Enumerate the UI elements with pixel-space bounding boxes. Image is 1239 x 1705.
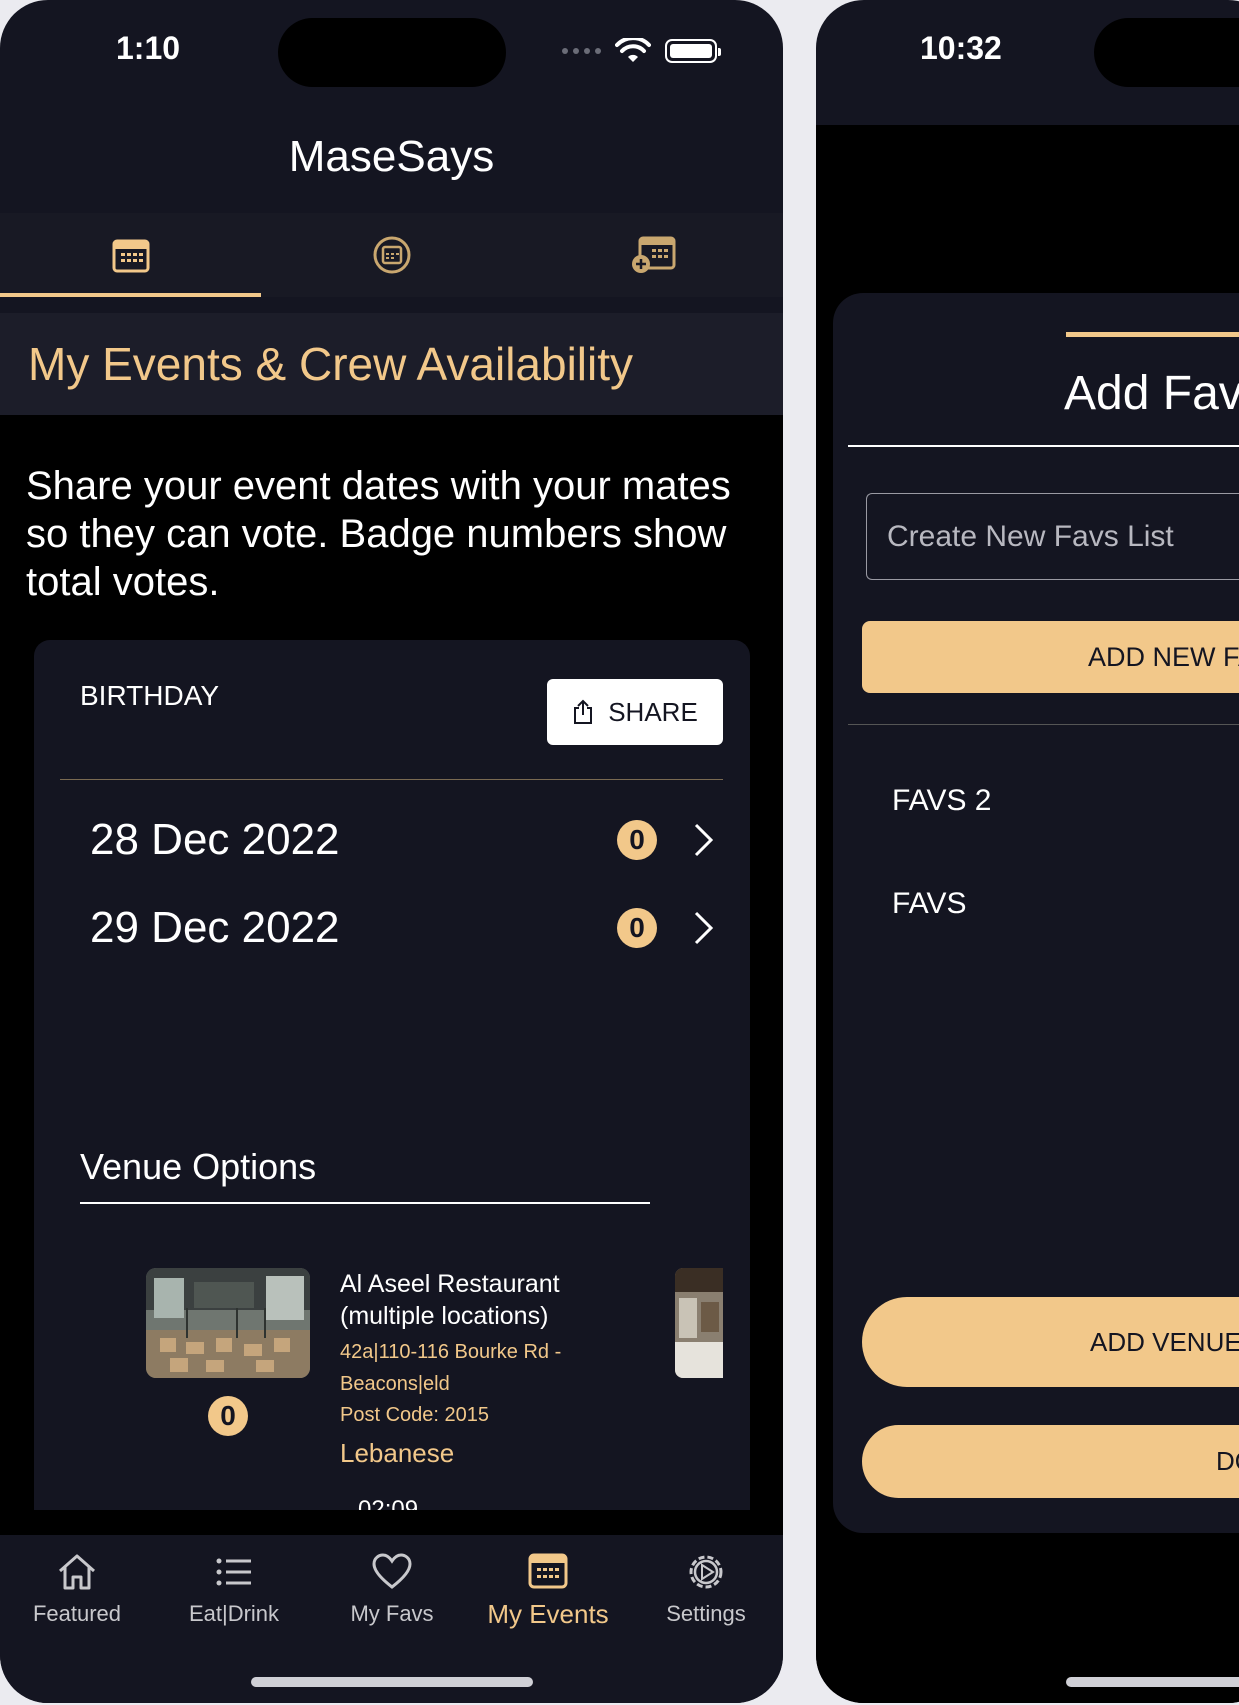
modal-title: Add Favo: [1064, 367, 1239, 420]
nav-label: Featured: [32, 1601, 122, 1626]
add-new-favs-button[interactable]: ADD NEW FA: [862, 621, 1239, 693]
new-favs-list-input[interactable]: [866, 493, 1239, 580]
wifi-icon: [615, 38, 651, 62]
bottom-tab-bar: Featured Eat|Drink My Favs My Events Set…: [0, 1535, 783, 1703]
date-row[interactable]: 29 Dec 2022 0: [90, 898, 723, 958]
vote-badge: 0: [617, 820, 657, 860]
chevron-right-icon: [694, 911, 714, 945]
tab-my-events[interactable]: [0, 213, 261, 297]
modal-divider: [848, 445, 1239, 447]
modal-handle[interactable]: [1066, 332, 1239, 337]
dynamic-island: [1094, 18, 1239, 87]
list-icon: [216, 1558, 251, 1586]
nav-label: Eat|Drink: [188, 1601, 280, 1626]
calendar-icon: [528, 1553, 568, 1589]
venue-name[interactable]: Al Aseel Restaurant (multiple locations): [340, 1268, 600, 1332]
home-icon: [59, 1554, 95, 1590]
card-divider: [60, 779, 723, 780]
modal-divider: [848, 724, 1239, 725]
vote-badge: 0: [617, 908, 657, 948]
venue-postcode: Post Code: 2015: [340, 1404, 489, 1426]
tab-calendar-add[interactable]: [522, 213, 783, 297]
done-button[interactable]: DONE: [862, 1425, 1239, 1498]
gear-icon: [689, 1555, 723, 1589]
top-tab-bar: [0, 213, 783, 297]
venue-photo[interactable]: [146, 1268, 310, 1378]
venue-time: 02:09: [358, 1496, 419, 1510]
venue-photo-next[interactable]: [675, 1268, 723, 1378]
home-indicator[interactable]: [251, 1677, 533, 1687]
share-button[interactable]: SHARE: [547, 679, 723, 745]
venue-options-title: Venue Options: [80, 1146, 317, 1187]
venue-cuisine: Lebanese: [340, 1438, 455, 1468]
nav-my-favs[interactable]: My Favs: [322, 1551, 462, 1627]
nav-label: Settings: [666, 1601, 746, 1626]
favs-list-item[interactable]: FAVS: [892, 887, 966, 921]
venue-address: 42a|110-116 Bourke Rd - Beacons|eld: [340, 1341, 562, 1395]
home-indicator[interactable]: [1066, 1677, 1239, 1687]
event-card: BIRTHDAY SHARE 28 Dec 2022 0 29 Dec 2022…: [34, 640, 750, 1510]
nav-settings[interactable]: Settings: [636, 1551, 776, 1627]
event-name: BIRTHDAY: [80, 680, 219, 711]
status-time: 10:32: [920, 30, 1002, 66]
battery-icon: [665, 39, 721, 63]
tab-calendar-circle[interactable]: [261, 213, 522, 297]
chevron-right-icon: [694, 823, 714, 857]
nav-eat-drink[interactable]: Eat|Drink: [164, 1551, 304, 1627]
status-icons: [562, 38, 721, 64]
calendar-circle-icon: [373, 236, 410, 274]
venue-vote-badge: 0: [208, 1396, 248, 1436]
calendar-icon: [112, 239, 149, 273]
phone-screen-my-events: 1:10 MaseSays My Events & Crew Availabil…: [0, 0, 783, 1703]
nav-label: My Favs: [350, 1601, 434, 1626]
favs-list-item[interactable]: FAVS 2: [892, 784, 992, 818]
nav-featured[interactable]: Featured: [7, 1551, 147, 1627]
section-header: My Events & Crew Availability: [0, 313, 783, 415]
share-icon: [574, 699, 593, 724]
section-title: My Events & Crew Availability: [28, 338, 634, 390]
date-text: 29 Dec 2022: [90, 903, 340, 952]
nav-label: My Events: [487, 1599, 609, 1629]
share-label: SHARE: [608, 696, 698, 727]
intro-text: Share your event dates with your mates s…: [26, 464, 731, 604]
phone-screen-add-favs: 10:32 Add Favo ADD NEW FA FAVS 2 FAVS AD…: [816, 0, 1239, 1703]
date-row[interactable]: 28 Dec 2022 0: [90, 810, 723, 870]
venue-options-divider: [80, 1202, 650, 1204]
app-title: MaseSays: [288, 132, 495, 181]
add-venue-to-favs-button[interactable]: ADD VENUE TO F: [862, 1297, 1239, 1387]
status-time: 1:10: [116, 30, 181, 66]
nav-my-events[interactable]: My Events: [478, 1551, 618, 1630]
dynamic-island: [278, 18, 506, 87]
heart-icon: [372, 1553, 412, 1589]
signal-dots-icon: [562, 48, 601, 54]
calendar-add-icon: [631, 236, 675, 273]
date-text: 28 Dec 2022: [90, 815, 340, 864]
